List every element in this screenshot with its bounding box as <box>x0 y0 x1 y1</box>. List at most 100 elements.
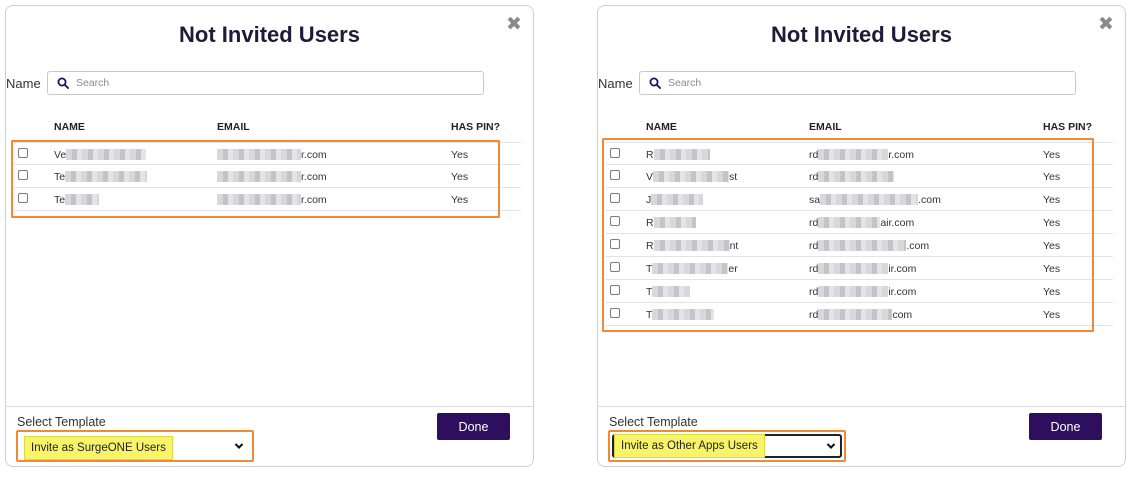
user-name: Rnt <box>646 240 739 252</box>
redacted-text <box>818 240 907 251</box>
redacted-text <box>217 171 301 182</box>
not-invited-users-dialog-right: Not Invited Users ✖ Name NAME EMAIL HAS … <box>597 5 1126 467</box>
redacted-text <box>818 309 893 320</box>
redacted-text <box>652 263 729 274</box>
user-email: rd .com <box>809 240 930 252</box>
user-email: rd com <box>809 309 913 321</box>
user-name: J <box>646 194 704 206</box>
user-name: Vst <box>646 171 738 183</box>
done-button[interactable]: Done <box>437 413 510 440</box>
user-email: rd ir.com <box>809 263 917 275</box>
search-field[interactable] <box>47 71 484 95</box>
row-checkbox[interactable] <box>610 239 620 249</box>
user-has-pin: Yes <box>1043 286 1061 298</box>
search-input[interactable] <box>76 74 476 92</box>
redacted-text <box>820 194 919 205</box>
table-row: R rd air.com Yes <box>606 211 1113 234</box>
users-table-body: Ve r.com Yes Te r.com Yes Te r.com Yes <box>14 142 521 211</box>
user-has-pin: Yes <box>451 194 469 206</box>
chevron-down-icon <box>826 443 836 450</box>
redacted-text <box>217 194 301 205</box>
table-row: R rd r.com Yes <box>606 142 1113 165</box>
row-checkbox[interactable] <box>18 193 28 203</box>
template-select[interactable]: Invite as SurgeONE Users <box>16 430 254 462</box>
search-input[interactable] <box>668 74 1068 92</box>
name-filter-label: Name <box>598 76 633 91</box>
user-name: Ve <box>54 149 147 161</box>
column-header-email: EMAIL <box>809 121 842 133</box>
row-checkbox[interactable] <box>610 193 620 203</box>
not-invited-users-dialog-left: Not Invited Users ✖ Name NAME EMAIL HAS … <box>5 5 534 467</box>
column-header-name: NAME <box>54 121 85 133</box>
table-row: J sa .com Yes <box>606 188 1113 211</box>
table-header: NAME EMAIL HAS PIN? <box>6 121 533 137</box>
dialog-title: Not Invited Users <box>179 22 360 47</box>
user-name: Te <box>54 194 100 206</box>
row-checkbox[interactable] <box>610 308 620 318</box>
search-icon <box>57 77 69 89</box>
redacted-text <box>653 240 730 251</box>
chevron-down-icon <box>234 443 244 450</box>
user-has-pin: Yes <box>1043 263 1061 275</box>
redacted-text <box>651 194 704 205</box>
row-checkbox[interactable] <box>610 148 620 158</box>
row-checkbox[interactable] <box>610 170 620 180</box>
user-name: Ter <box>646 263 738 275</box>
row-checkbox[interactable] <box>18 148 28 158</box>
redacted-text <box>653 149 710 160</box>
redacted-text <box>65 171 148 182</box>
table-row: Vst rd Yes <box>606 165 1113 188</box>
column-header-email: EMAIL <box>217 121 250 133</box>
search-icon <box>649 77 661 89</box>
table-header: NAME EMAIL HAS PIN? <box>598 121 1125 137</box>
table-row: Te r.com Yes <box>14 188 521 211</box>
row-checkbox[interactable] <box>610 216 620 226</box>
redacted-text <box>818 171 895 182</box>
user-name: R <box>646 217 696 229</box>
row-checkbox[interactable] <box>18 170 28 180</box>
row-checkbox[interactable] <box>610 262 620 272</box>
close-icon[interactable]: ✖ <box>505 15 523 35</box>
user-has-pin: Yes <box>451 171 469 183</box>
template-select[interactable]: Invite as Other Apps Users <box>608 430 846 462</box>
user-has-pin: Yes <box>1043 171 1061 183</box>
user-has-pin: Yes <box>1043 149 1061 161</box>
user-email: rd air.com <box>809 217 915 229</box>
redacted-text <box>818 217 881 228</box>
table-row: Te r.com Yes <box>14 165 521 188</box>
user-name: Te <box>54 171 148 183</box>
user-name: T <box>646 309 715 321</box>
close-icon[interactable]: ✖ <box>1097 15 1115 35</box>
dialog-title: Not Invited Users <box>771 22 952 47</box>
redacted-text <box>653 171 730 182</box>
user-name: R <box>646 149 710 161</box>
user-email: r.com <box>217 194 327 206</box>
footer-divider <box>598 406 1125 407</box>
table-row: Ter rd ir.com Yes <box>606 257 1113 280</box>
select-template-label: Select Template <box>609 415 698 429</box>
redacted-text <box>653 217 696 228</box>
select-template-label: Select Template <box>17 415 106 429</box>
table-row: Ve r.com Yes <box>14 142 521 165</box>
redacted-text <box>65 194 100 205</box>
search-field[interactable] <box>639 71 1076 95</box>
row-checkbox[interactable] <box>610 285 620 295</box>
table-row: T rd com Yes <box>606 303 1113 326</box>
users-table-body: R rd r.com Yes Vst rd Yes J sa .com Yes R … <box>606 142 1113 326</box>
table-row: T rd ir.com Yes <box>606 280 1113 303</box>
column-header-has-pin: HAS PIN? <box>1043 121 1093 133</box>
redacted-text <box>652 286 691 297</box>
redacted-text <box>818 286 889 297</box>
user-has-pin: Yes <box>1043 309 1061 321</box>
user-email: rd <box>809 171 895 183</box>
user-has-pin: Yes <box>1043 217 1061 229</box>
user-name: T <box>646 286 691 298</box>
user-email: r.com <box>217 171 327 183</box>
redacted-text <box>217 149 301 160</box>
user-email: rd r.com <box>809 149 915 161</box>
user-has-pin: Yes <box>1043 194 1061 206</box>
user-email: sa .com <box>809 194 941 206</box>
redacted-text <box>818 263 889 274</box>
done-button[interactable]: Done <box>1029 413 1102 440</box>
footer-divider <box>6 406 533 407</box>
